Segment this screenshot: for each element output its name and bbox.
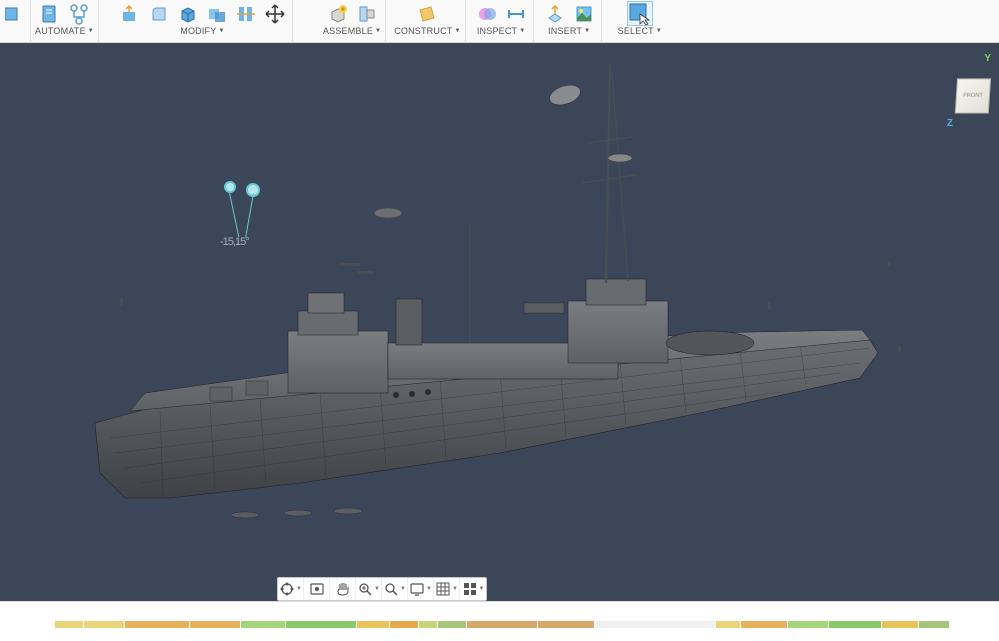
automate-group: AUTOMATE▼ <box>31 0 99 43</box>
inspect-group: INSPECT▼ <box>470 0 534 43</box>
timeline-seg-14[interactable] <box>741 621 787 628</box>
main-toolbar: AUTOMATE▼ MODIFY▼ ASSEMBLE▼ CONSTRUCT▼ INSPE… <box>0 0 999 43</box>
plane-icon[interactable] <box>414 1 440 26</box>
timeline-seg-3[interactable] <box>190 621 240 628</box>
timeline-seg-11[interactable] <box>538 621 594 628</box>
angle-indicator: -15,15° <box>222 181 266 251</box>
timeline-seg-17[interactable] <box>882 621 918 628</box>
angle-value: -15,15° <box>220 236 249 248</box>
viewports-tool[interactable]: ▼ <box>460 578 486 600</box>
select-group: SELECT▼ <box>614 0 666 43</box>
select-group-label[interactable]: SELECT▼ <box>618 26 662 36</box>
new-comp-icon[interactable] <box>325 1 351 26</box>
push-icon[interactable] <box>117 1 143 26</box>
timeline-seg-2[interactable] <box>125 621 189 628</box>
flow-icon[interactable] <box>66 1 92 26</box>
3d-viewport[interactable]: -15,15° Y FRONT Z ▼▼▼▼▼▼ <box>0 43 999 601</box>
timeline-seg-10[interactable] <box>467 621 537 628</box>
select-icon[interactable] <box>627 1 653 26</box>
assemble-group-label[interactable]: ASSEMBLE▼ <box>323 26 381 36</box>
timeline-seg-5[interactable] <box>286 621 356 628</box>
viewport-nav-bar: ▼▼▼▼▼▼ <box>277 577 487 601</box>
timeline-seg-15[interactable] <box>788 621 828 628</box>
grid-tool[interactable]: ▼ <box>434 578 460 600</box>
timeline-seg-7[interactable] <box>390 621 418 628</box>
model-render <box>0 43 999 601</box>
joint-icon[interactable] <box>354 1 380 26</box>
timeline-bar[interactable] <box>0 601 999 641</box>
insert-group-label[interactable]: INSERT▼ <box>548 26 590 36</box>
combine-icon[interactable] <box>204 1 230 26</box>
timeline-seg-1[interactable] <box>84 621 124 628</box>
align-icon[interactable] <box>233 1 259 26</box>
timeline-seg-12[interactable] <box>595 621 715 628</box>
look-tool[interactable] <box>304 578 330 600</box>
measure-icon[interactable] <box>503 1 529 26</box>
fit-tool[interactable]: ▼ <box>382 578 408 600</box>
timeline-seg-13[interactable] <box>716 621 740 628</box>
timeline-seg-6[interactable] <box>357 621 389 628</box>
sheet-icon[interactable] <box>37 1 63 26</box>
move-icon[interactable] <box>262 1 288 26</box>
axis-y-label: Y <box>984 53 991 64</box>
pan-tool[interactable] <box>330 578 356 600</box>
display-tool[interactable]: ▼ <box>408 578 434 600</box>
timeline-seg-16[interactable] <box>829 621 881 628</box>
zoom-tool[interactable]: ▼ <box>356 578 382 600</box>
modify-group-label[interactable]: MODIFY▼ <box>180 26 224 36</box>
derive-icon[interactable] <box>542 1 568 26</box>
insert-group: INSERT▼ <box>538 0 602 43</box>
fillet-icon[interactable] <box>146 1 172 26</box>
modify-group: MODIFY▼ <box>113 0 293 43</box>
inspect-group-label[interactable]: INSPECT▼ <box>477 26 526 36</box>
automate-group-label[interactable]: AUTOMATE▼ <box>35 26 94 36</box>
interfere-icon[interactable] <box>474 1 500 26</box>
assemble-group: ASSEMBLE▼ <box>319 0 386 43</box>
partial-icon[interactable] <box>0 1 26 26</box>
box-blue-icon[interactable] <box>175 1 201 26</box>
decal-icon[interactable] <box>571 1 597 26</box>
construct-group: CONSTRUCT▼ <box>390 0 465 43</box>
construct-group-label[interactable]: CONSTRUCT▼ <box>394 26 460 36</box>
orbit-tool[interactable]: ▼ <box>278 578 304 600</box>
cube-front-face[interactable]: FRONT <box>955 78 992 113</box>
timeline-seg-9[interactable] <box>438 621 466 628</box>
timeline-seg-8[interactable] <box>419 621 437 628</box>
timeline-seg-18[interactable] <box>919 621 949 628</box>
timeline-seg-0[interactable] <box>55 621 83 628</box>
timeline-seg-4[interactable] <box>241 621 285 628</box>
view-cube[interactable]: Y FRONT Z <box>957 53 993 123</box>
axis-z-label: Z <box>947 118 953 129</box>
